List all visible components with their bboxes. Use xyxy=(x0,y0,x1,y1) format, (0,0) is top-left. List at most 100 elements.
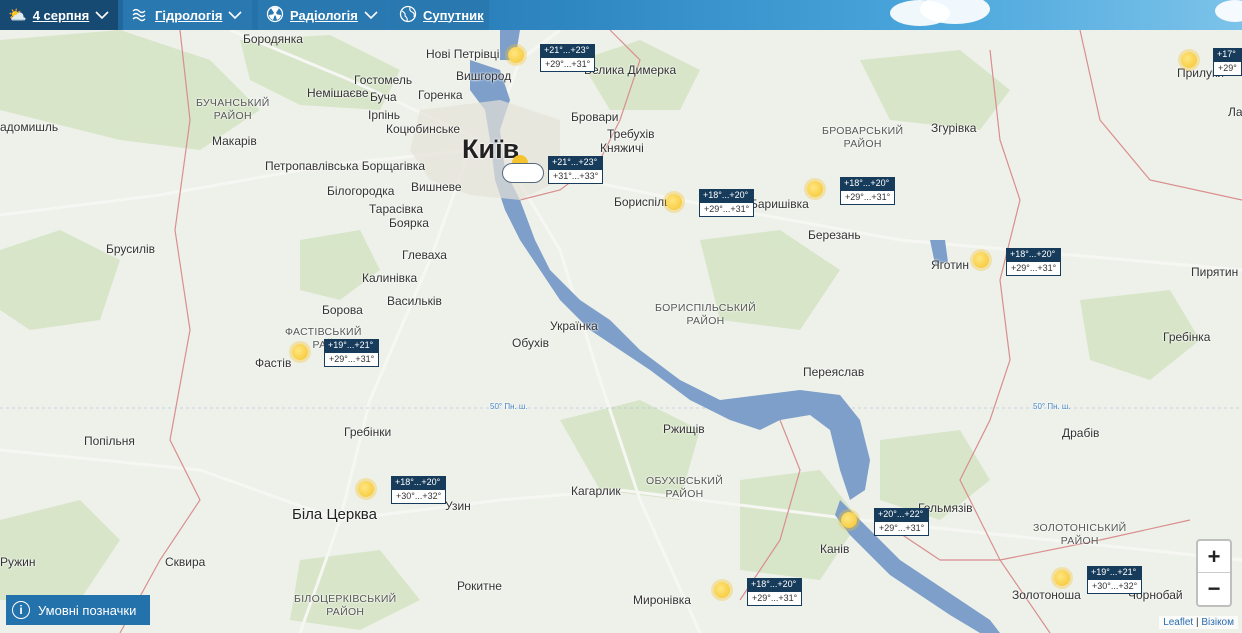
top-toolbar: ⛅ 4 серпня Гідрологія Радіологія Супутни… xyxy=(0,0,1242,30)
map-attribution: Leaflet | Візіком xyxy=(1159,616,1238,629)
city-lazh: Ла xyxy=(1228,105,1242,119)
info-icon: i xyxy=(12,601,30,619)
city-velyka-dymerka: Велика Димерка xyxy=(584,63,677,77)
forecast-fastiv[interactable]: +19°...+21° +29°...+31° xyxy=(324,339,380,367)
visicom-link[interactable]: Візіком xyxy=(1201,617,1234,628)
district-buchanskyi: БУЧАНСЬКИЙ РАЙОН xyxy=(196,97,270,123)
city-tarasivka: Тарасівка xyxy=(369,202,424,216)
hydrology-menu[interactable]: Гідрологія xyxy=(123,0,252,30)
sun-icon[interactable] xyxy=(666,194,682,210)
city-pyriatyn: Пирятин xyxy=(1191,265,1239,279)
city-irpin: Ірпінь xyxy=(368,108,401,122)
sun-icon[interactable] xyxy=(1054,570,1070,586)
city-skvyra: Сквира xyxy=(165,555,206,569)
city-drabiv: Драбів xyxy=(1062,426,1100,440)
forecast-yahotyn[interactable]: +18°...+20° +29°...+31° xyxy=(1006,248,1062,276)
city-vasylkiv: Васильків xyxy=(387,294,442,308)
city-borodianka: Бородянка xyxy=(243,32,303,46)
city-fastiv: Фастів xyxy=(255,356,292,370)
cloud-sun-icon[interactable] xyxy=(500,155,546,183)
city-boryspil: Бориспіль xyxy=(614,195,671,209)
forecast-myronivka[interactable]: +18°...+20° +29°...+31° xyxy=(747,578,803,606)
city-kaharlyk: Кагарлик xyxy=(571,484,621,498)
district-obukhivskyi: ОБУХІВСЬКИЙ РАЙОН xyxy=(646,475,724,501)
latitude-label: 50° Пн. ш. xyxy=(490,402,528,411)
hydrology-label: Гідрологія xyxy=(155,7,223,23)
district-brovarskyi: БРОВАРСЬКИЙ РАЙОН xyxy=(822,125,904,151)
city-horenka: Горенка xyxy=(418,88,463,102)
city-uzyn: Узин xyxy=(445,499,471,513)
city-petropavlivska-borshchahivka: Петропавлівська Борщагівка xyxy=(265,159,426,173)
city-makariv: Макарів xyxy=(212,134,257,148)
city-hostomel: Гостомель xyxy=(354,73,413,87)
city-trebukhiv: Требухів xyxy=(607,127,655,141)
weather-icon: ⛅ xyxy=(8,7,27,24)
sun-icon[interactable] xyxy=(508,47,524,63)
city-nove-petrivtsi: Нові Петрівці xyxy=(426,47,500,61)
latitude-label: 50° Пн. ш. xyxy=(1033,402,1071,411)
forecast-kaniv[interactable]: +20°...+22° +29°...+31° xyxy=(874,508,930,536)
city-borova: Борова xyxy=(322,303,363,317)
city-ukrainka: Українка xyxy=(550,319,598,333)
forecast-kyiv[interactable]: +21°...+23° +31°...+33° xyxy=(548,156,604,184)
zoom-in-button[interactable]: + xyxy=(1198,541,1230,573)
date-selector[interactable]: ⛅ 4 серпня xyxy=(0,0,118,30)
city-kniazhychi: Княжичі xyxy=(600,141,644,155)
district-bilotserkivskyi: БІЛОЦЕРКІВСЬКИЙ РАЙОН xyxy=(294,593,397,619)
radiation-icon xyxy=(266,5,284,26)
legend-label: Умовні позначки xyxy=(38,602,137,618)
city-pereiaslav: Переяслав xyxy=(803,365,865,379)
forecast-zolotonosha[interactable]: +19°...+21° +30°...+32° xyxy=(1087,566,1143,594)
city-hlevakha: Глеваха xyxy=(402,248,447,262)
city-zolotonosha: Золотоноша xyxy=(1012,588,1081,602)
district-boryspilskyi: БОРИСПІЛЬСЬКИЙ РАЙОН xyxy=(655,302,756,328)
city-boiarka: Боярка xyxy=(389,216,429,230)
forecast-vyshhorod[interactable]: +21°...+23° +29°...+31° xyxy=(540,44,596,72)
city-ruzhyn: Ружин xyxy=(0,555,36,569)
city-baryshivka: Баришівка xyxy=(750,197,809,211)
city-myronivka: Миронівка xyxy=(633,593,691,607)
sun-icon[interactable] xyxy=(841,512,857,528)
city-vyshhorod: Вишгород xyxy=(456,69,512,83)
weather-map[interactable]: Київ Біла Церква Бровари Бориспіль Фасті… xyxy=(0,0,1242,633)
satellite-button[interactable]: Супутник xyxy=(391,0,489,30)
radiology-menu[interactable]: Радіологія xyxy=(258,0,385,30)
sun-icon[interactable] xyxy=(714,582,730,598)
forecast-boryspil[interactable]: +18°...+20° +29°...+31° xyxy=(699,189,755,217)
city-brusyliv: Брусилів xyxy=(106,242,156,256)
water-waves-icon xyxy=(131,6,149,25)
chevron-down-icon xyxy=(95,8,109,23)
forecast-bila-tserkva[interactable]: +18°...+20° +30°...+32° xyxy=(391,476,447,504)
city-hrebinky: Гребінки xyxy=(344,425,392,439)
forecast-baryshivka[interactable]: +18°...+20° +29°...+31° xyxy=(840,177,896,205)
city-rokytne: Рокитне xyxy=(457,579,502,593)
forecast-pryluky[interactable]: +17° +29° xyxy=(1213,48,1242,76)
sun-icon[interactable] xyxy=(807,181,823,197)
city-radomyshl: адомишль xyxy=(0,120,59,134)
city-brovary: Бровари xyxy=(571,110,619,124)
leaflet-link[interactable]: Leaflet xyxy=(1163,617,1193,628)
sun-icon[interactable] xyxy=(973,252,989,268)
legend-button[interactable]: i Умовні позначки xyxy=(6,595,150,625)
district-zolotoniskyi: ЗОЛОТОНІСЬКИЙ РАЙОН xyxy=(1033,522,1127,548)
zoom-out-button[interactable]: − xyxy=(1198,573,1230,605)
city-zghurivka: Згурівка xyxy=(931,121,977,135)
globe-icon xyxy=(399,5,417,26)
zoom-control: + − xyxy=(1196,539,1232,607)
city-bila-tserkva: Біла Церква xyxy=(292,506,377,523)
sun-icon[interactable] xyxy=(358,481,374,497)
chevron-down-icon xyxy=(228,8,243,23)
city-yahotyn: Яготин xyxy=(931,258,970,272)
city-popilnia: Попільня xyxy=(84,434,135,448)
chevron-down-icon xyxy=(364,8,378,23)
city-bucha: Буча xyxy=(370,90,397,104)
city-obukhiv: Обухів xyxy=(512,336,549,350)
city-kalynivka: Калинівка xyxy=(362,271,418,285)
radiology-label: Радіологія xyxy=(290,7,358,23)
city-nemishaieve: Немішаєве xyxy=(307,86,369,100)
date-label: 4 серпня xyxy=(32,7,90,23)
satellite-label: Супутник xyxy=(423,7,484,23)
city-hrebinka: Гребінка xyxy=(1163,330,1211,344)
sun-icon[interactable] xyxy=(292,344,308,360)
sun-icon[interactable] xyxy=(1181,52,1197,68)
